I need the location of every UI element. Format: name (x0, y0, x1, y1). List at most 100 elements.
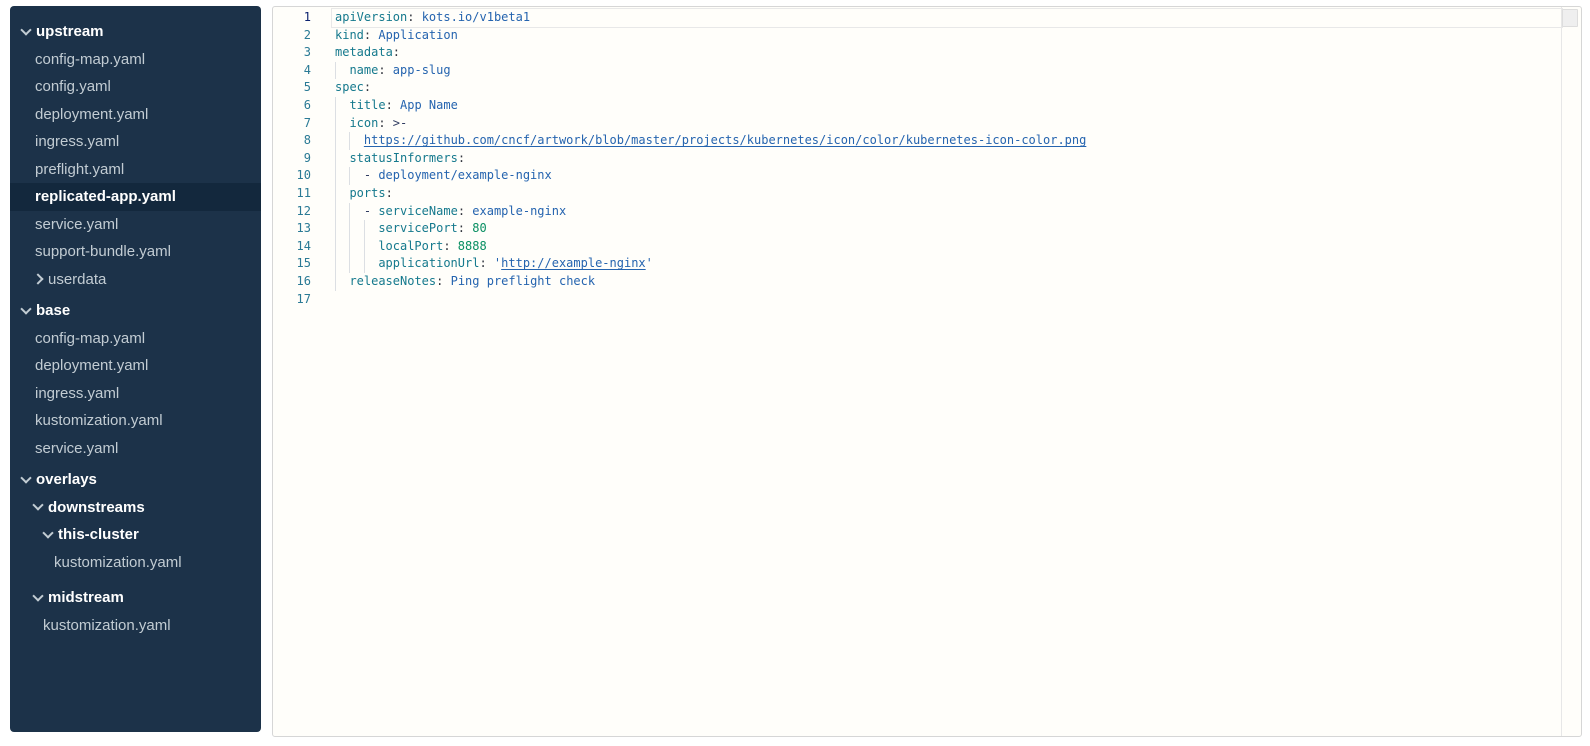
line-content[interactable]: applicationUrl: 'http://example-nginx' (335, 255, 653, 273)
tree-folder-upstream[interactable]: upstream (10, 18, 261, 46)
code-line-8: 8https://github.com/cncf/artwork/blob/ma… (273, 132, 1581, 150)
code-line-1: 1 apiVersion: kots.io/v1beta1 (273, 9, 1581, 27)
indent-guide (335, 167, 349, 185)
code-token-key: ports (349, 186, 385, 200)
tree-item-label: deployment.yaml (35, 106, 148, 123)
tree-item-label: overlays (36, 471, 97, 488)
tree-file-deployment.yaml[interactable]: deployment.yaml (10, 352, 261, 380)
file-tree-sidebar: upstreamconfig-map.yamlconfig.yamldeploy… (10, 6, 261, 732)
line-number: 12 (273, 203, 311, 221)
code-token-op: >- (393, 116, 407, 130)
line-number: 7 (273, 115, 311, 133)
code-line-14: 14localPort: 8888 (273, 238, 1581, 256)
code-token-colon: : (378, 63, 392, 77)
indent-guide (335, 132, 349, 150)
line-number: 13 (273, 220, 311, 238)
code-token-colon: : (443, 239, 457, 253)
line-content[interactable]: - serviceName: example-nginx (335, 203, 566, 221)
line-content[interactable]: name: app-slug (335, 62, 451, 80)
line-number: 9 (273, 150, 311, 168)
indent-guide (364, 220, 378, 238)
code-token-key: spec (335, 80, 364, 94)
tree-item-label: deployment.yaml (35, 357, 148, 374)
code-token-val: App Name (400, 98, 458, 112)
tree-file-deployment.yaml[interactable]: deployment.yaml (10, 101, 261, 129)
indent-guide (335, 238, 349, 256)
tree-file-preflight.yaml[interactable]: preflight.yaml (10, 156, 261, 184)
chevron-down-icon (20, 472, 31, 483)
tree-item-label: midstream (48, 589, 124, 606)
line-content[interactable]: title: App Name (335, 97, 458, 115)
line-number: 1 (273, 9, 311, 27)
code-token-colon: : (436, 274, 450, 288)
code-link[interactable]: https://github.com/cncf/artwork/blob/mas… (364, 133, 1086, 147)
tree-folder-overlays[interactable]: overlays (10, 466, 261, 494)
code-line-10: 10- deployment/example-nginx (273, 167, 1581, 185)
tree-file-support-bundle.yaml[interactable]: support-bundle.yaml (10, 238, 261, 266)
line-content[interactable]: ports: (335, 185, 393, 203)
code-line-4: 4name: app-slug (273, 62, 1581, 80)
code-token-key: icon (349, 116, 378, 130)
tree-file-kustomization.yaml[interactable]: kustomization.yaml (10, 612, 261, 640)
line-content[interactable]: releaseNotes: Ping preflight check (335, 273, 595, 291)
tree-folder-userdata[interactable]: userdata (10, 266, 261, 294)
line-number: 16 (273, 273, 311, 291)
code-token-key: name (349, 63, 378, 77)
tree-file-service.yaml[interactable]: service.yaml (10, 211, 261, 239)
chevron-down-icon (42, 527, 53, 538)
code-token-val: deployment/example-nginx (378, 168, 551, 182)
tree-file-config-map.yaml[interactable]: config-map.yaml (10, 325, 261, 353)
line-number: 2 (273, 27, 311, 45)
tree-folder-midstream[interactable]: midstream (10, 584, 261, 612)
editor-code-area[interactable]: 1 apiVersion: kots.io/v1beta1 2 kind: Appli… (273, 7, 1581, 308)
line-content[interactable]: https://github.com/cncf/artwork/blob/mas… (335, 132, 1086, 150)
chevron-down-icon (20, 24, 31, 35)
code-line-13: 13 servicePort: 80 (273, 220, 1581, 238)
tree-file-kustomization.yaml[interactable]: kustomization.yaml (10, 407, 261, 435)
tree-file-service.yaml[interactable]: service.yaml (10, 435, 261, 463)
indent-guide (349, 220, 363, 238)
code-token-key: localPort (378, 239, 443, 253)
tree-item-label: service.yaml (35, 216, 118, 233)
tree-file-ingress.yaml[interactable]: ingress.yaml (10, 380, 261, 408)
indent-guide (335, 203, 349, 221)
tree-file-ingress.yaml[interactable]: ingress.yaml (10, 128, 261, 156)
tree-file-replicated-app.yaml[interactable]: replicated-app.yaml (10, 183, 261, 211)
tree-folder-this-cluster[interactable]: this-cluster (10, 521, 261, 549)
code-token-colon: : (378, 116, 392, 130)
line-content[interactable]: - deployment/example-nginx (335, 167, 552, 185)
line-number: 3 (273, 44, 311, 62)
line-content[interactable]: metadata: (335, 44, 400, 62)
code-line-2: 2 kind: Application (273, 27, 1581, 45)
code-token-key: applicationUrl (378, 256, 479, 270)
line-number: 15 (273, 255, 311, 273)
line-content[interactable]: kind: Application (335, 27, 458, 45)
indent-guide (364, 238, 378, 256)
code-line-16: 16 releaseNotes: Ping preflight check (273, 273, 1581, 291)
code-link[interactable]: http://example-nginx (501, 256, 646, 270)
line-content[interactable]: spec: (335, 79, 371, 97)
tree-item-label: config.yaml (35, 78, 111, 95)
tree-file-config-map.yaml[interactable]: config-map.yaml (10, 46, 261, 74)
line-content[interactable]: servicePort: 80 (335, 220, 487, 238)
code-line-12: 12 - serviceName: example-nginx (273, 203, 1581, 221)
chevron-down-icon (32, 590, 43, 601)
indent-guide (335, 150, 349, 168)
line-content[interactable]: apiVersion: kots.io/v1beta1 (335, 9, 530, 27)
line-content[interactable]: icon: >- (335, 115, 407, 133)
code-line-6: 6title: App Name (273, 97, 1581, 115)
code-token-quote: ' (646, 256, 653, 270)
indent-guide (349, 238, 363, 256)
code-token-colon: : (364, 80, 371, 94)
tree-folder-downstreams[interactable]: downstreams (10, 494, 261, 522)
line-content[interactable]: statusInformers: (335, 150, 465, 168)
tree-folder-base[interactable]: base (10, 297, 261, 325)
code-line-9: 9 statusInformers: (273, 150, 1581, 168)
code-line-11: 11 ports: (273, 185, 1581, 203)
tree-file-kustomization.yaml[interactable]: kustomization.yaml (10, 549, 261, 577)
line-number: 11 (273, 185, 311, 203)
indent-guide (349, 255, 363, 273)
tree-item-label: kustomization.yaml (35, 412, 163, 429)
tree-file-config.yaml[interactable]: config.yaml (10, 73, 261, 101)
line-content[interactable]: localPort: 8888 (335, 238, 487, 256)
